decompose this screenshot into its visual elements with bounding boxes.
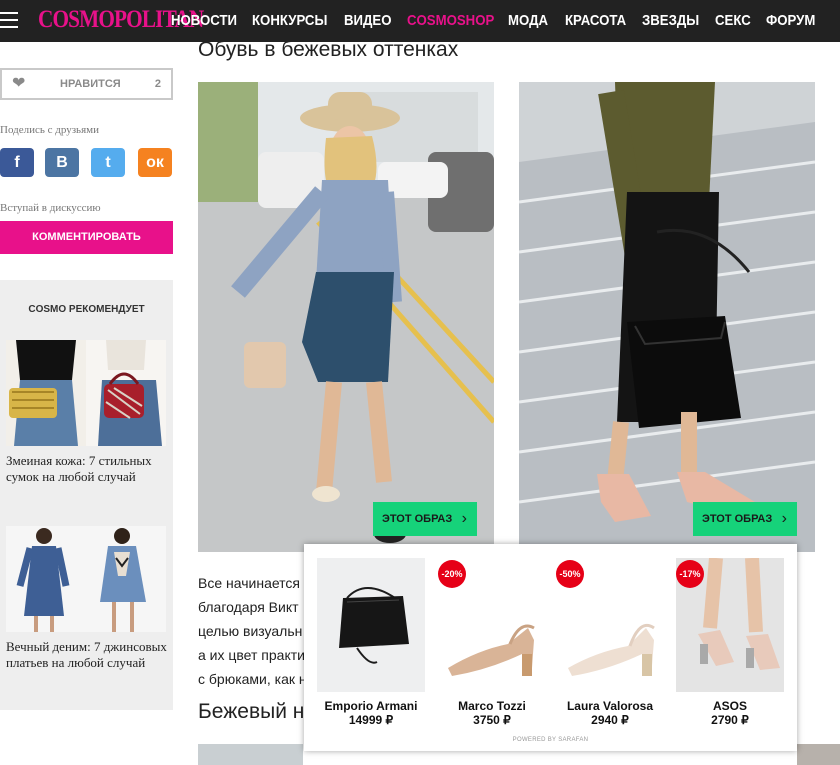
top-navigation: COSMOPOLITAN НОВОСТИ КОНКУРСЫ ВИДЕО COSM… [0,0,840,42]
nav-item-sex[interactable]: СЕКС [715,0,751,42]
section-title-2: Бежевый н [198,700,305,723]
photo-strip [797,744,840,765]
recommend-text-denim[interactable]: Вечный деним: 7 джинсовых платьев на люб… [6,639,171,671]
product-price: 3750 ₽ [473,713,511,727]
discount-badge: -50% [556,560,584,588]
product-price: 2940 ₽ [591,713,629,727]
nav-item-cosmoshop[interactable]: COSMOSHOP [407,0,494,42]
discuss-label: Вступай в дискуссию [0,202,101,214]
article-line: с брюками, как н [198,671,307,687]
vk-share-button[interactable]: B [45,148,79,177]
nav-item-forum[interactable]: ФОРУМ [766,0,815,42]
product-brand: Emporio Armani [324,699,418,713]
product-card-2[interactable]: -20% Marco Tozzi 3750 ₽ [438,558,546,728]
heart-icon: ❤ [12,75,26,92]
recommend-title: COSMO РЕКОМЕНДУЕТ [28,304,145,315]
twitter-icon: t [105,154,111,171]
recommend-image-bags[interactable] [6,340,166,446]
odnoklassniki-icon: ок [146,154,164,171]
nav-item-contests[interactable]: КОНКУРСЫ [252,0,327,42]
discount-badge: -20% [438,560,466,588]
photo-street-look: ЭТОТ ОБРАЗ › [198,82,494,552]
article-line: благодаря Викт [198,599,299,615]
recommend-image-denim[interactable] [6,526,166,632]
product-brand: ASOS [712,699,747,713]
comment-button[interactable]: КОММЕНТИРОВАТЬ [0,221,173,254]
facebook-icon: f [14,154,20,171]
share-label: Поделись с друзьями [0,124,99,136]
shop-popup: Emporio Armani 14999 ₽ -20% Marco Tozzi … [304,544,797,751]
article-line: а их цвет практи [198,647,305,663]
look-button-label: ЭТОТ ОБРАЗ [382,513,453,525]
like-button[interactable]: ❤ НРАВИТСЯ 2 [0,68,173,100]
product-card-1[interactable]: Emporio Armani 14999 ₽ [317,558,425,728]
menu-icon[interactable] [0,12,18,28]
chevron-right-icon: › [461,510,467,527]
nav-item-news[interactable]: НОВОСТИ [171,0,237,42]
nav-item-beauty[interactable]: КРАСОТА [565,0,626,42]
chevron-right-icon: › [781,510,787,527]
discount-badge: -17% [676,560,704,588]
product-brand: Laura Valorosa [566,699,654,713]
product-card-3[interactable]: -50% Laura Valorosa 2940 ₽ [556,558,664,728]
look-button-label: ЭТОТ ОБРАЗ [702,513,773,525]
nav-item-video[interactable]: ВИДЕО [344,0,392,42]
product-price: 2790 ₽ [711,713,749,727]
product-brand: Marco Tozzi [458,699,526,713]
article-body: Все начинается благодаря Викт целью визу… [198,571,308,691]
nav-item-fashion[interactable]: МОДА [508,0,548,42]
product-card-4[interactable]: -17% ASOS 2790 ₽ [676,558,784,728]
photo-strip [198,744,303,765]
look-button-2[interactable]: ЭТОТ ОБРАЗ › [693,502,797,536]
like-count: 2 [154,78,161,90]
product-price: 14999 ₽ [348,713,394,727]
recommend-text-bags[interactable]: Змеиная кожа: 7 стильных сумок на любой … [6,453,171,485]
odnoklassniki-share-button[interactable]: ок [138,148,172,177]
vk-icon: B [56,154,68,171]
facebook-share-button[interactable]: f [0,148,34,177]
twitter-share-button[interactable]: t [91,148,125,177]
article-line: Все начинается [198,575,301,591]
powered-by[interactable]: POWERED BY SARAFAN [304,737,797,743]
recommend-panel: COSMO РЕКОМЕНДУЕТ Змеиная кожа: 7 стильн… [0,280,173,710]
section-title: Обувь в бежевых оттенках [198,38,459,61]
look-button-1[interactable]: ЭТОТ ОБРАЗ › [373,502,477,536]
article-line: целью визуальн [198,623,303,639]
product-image-bag[interactable] [317,558,425,692]
like-label: НРАВИТСЯ [60,78,121,90]
nav-item-stars[interactable]: ЗВЕЗДЫ [642,0,699,42]
photo-bag-look: ЭТОТ ОБРАЗ › [519,82,815,552]
